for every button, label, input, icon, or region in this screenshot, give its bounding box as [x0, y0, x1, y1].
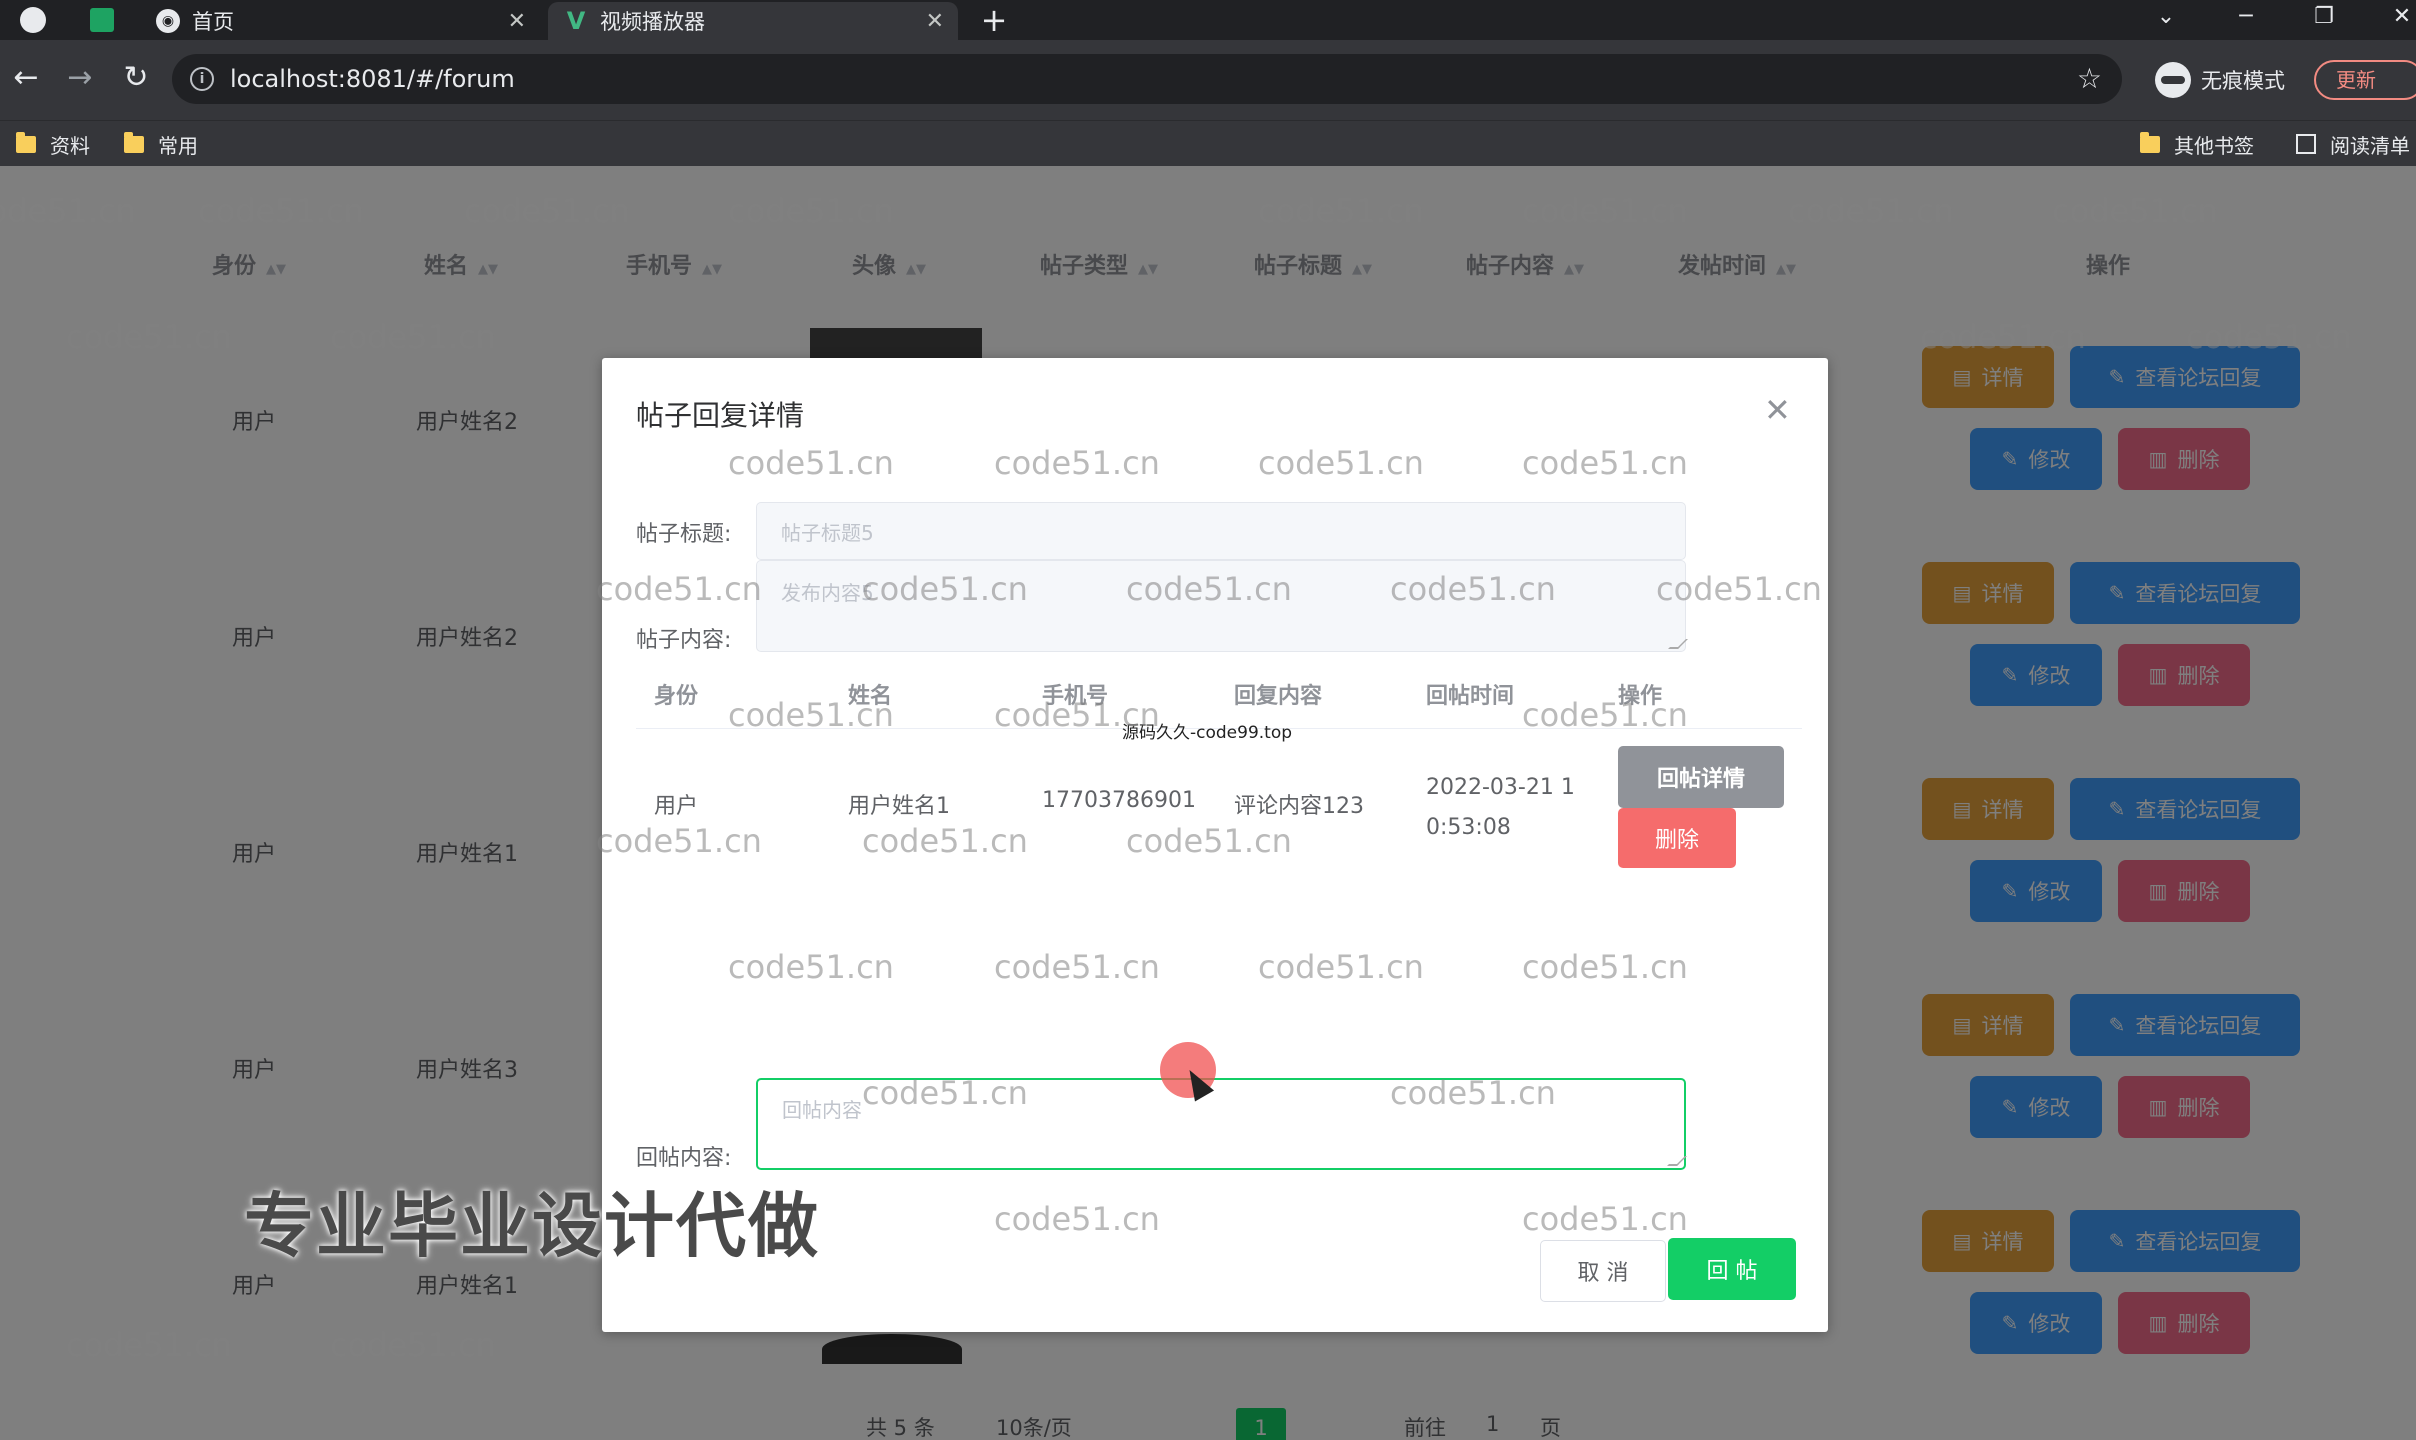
back-button[interactable]: ←	[6, 58, 46, 98]
info-icon[interactable]: i	[190, 67, 214, 91]
browser-tab-bar: ◉ 首页 ✕ V 视频播放器 ✕ + ⌄ ─ ❐ ✕	[0, 0, 2416, 40]
reply-col-content: 回复内容	[1234, 684, 1323, 709]
promo-banner: 专业毕业设计代做	[244, 1185, 820, 1267]
reply-col-name: 姓名	[848, 684, 893, 709]
reading-list-icon	[2296, 134, 2316, 154]
post-content-label: 帖子内容:	[636, 628, 732, 653]
tab-search-icon[interactable]: ⌄	[2138, 0, 2194, 34]
reply-identity: 用户	[654, 794, 699, 819]
bookmark-folder-materials[interactable]: 资料	[16, 131, 90, 158]
resize-handle-icon[interactable]	[1667, 1156, 1687, 1166]
resize-handle-icon[interactable]	[1668, 639, 1688, 649]
tab-home[interactable]: ◉ 首页 ✕	[140, 2, 540, 40]
forward-button[interactable]: →	[60, 58, 100, 98]
new-tab-button[interactable]: +	[974, 2, 1014, 38]
close-icon[interactable]: ✕	[508, 9, 526, 34]
update-button[interactable]: 更新	[2314, 60, 2416, 100]
incognito-indicator[interactable]: 无痕模式	[2155, 60, 2285, 100]
folder-icon	[124, 131, 144, 153]
tab-video-player[interactable]: V 视频播放器 ✕	[548, 2, 958, 40]
tab-video-title: 视频播放器	[600, 10, 705, 34]
reply-phone: 17703786901	[1042, 788, 1196, 813]
overlay-source-text: 源码久久-code99.top	[1122, 723, 1293, 743]
reply-content: 评论内容123	[1234, 794, 1364, 819]
reload-button[interactable]: ↻	[116, 58, 156, 98]
dialog-title: 帖子回复详情	[636, 399, 805, 432]
submit-reply-button[interactable]: 回 帖	[1668, 1238, 1796, 1300]
reply-delete-button[interactable]: 删除	[1618, 808, 1736, 868]
cancel-button[interactable]: 取 消	[1540, 1240, 1666, 1302]
restore-button[interactable]: ❐	[2296, 0, 2352, 34]
reply-name: 用户姓名1	[848, 794, 950, 819]
post-content-field: 发布内容5	[756, 560, 1688, 652]
bookmark-folder-other[interactable]: 其他书签	[2140, 131, 2254, 158]
incognito-label: 无痕模式	[2201, 69, 2285, 93]
reply-col-phone: 手机号	[1042, 684, 1109, 709]
bookmark-folder-common[interactable]: 常用	[124, 131, 198, 158]
url-field[interactable]: i localhost:8081/#/forum ☆	[172, 54, 2122, 104]
vue-logo-icon: V	[566, 7, 586, 35]
minimize-button[interactable]: ─	[2218, 0, 2274, 34]
globe-icon: ◉	[156, 9, 180, 33]
folder-icon	[16, 131, 36, 153]
post-title-field: 帖子标题5	[756, 502, 1686, 560]
reading-list[interactable]: 阅读清单	[2296, 131, 2410, 158]
bookmarks-bar: 资料 常用 其他书签 阅读清单	[0, 120, 2416, 166]
reply-placeholder: 回帖内容	[782, 1098, 862, 1122]
close-window-button[interactable]: ✕	[2374, 0, 2416, 34]
reply-time: 2022-03-21 10:53:08	[1426, 775, 1575, 840]
post-title-label: 帖子标题:	[636, 522, 732, 547]
close-icon[interactable]: ✕	[1764, 394, 1791, 426]
browser-logo-icon	[20, 7, 46, 33]
reply-detail-button[interactable]: 回帖详情	[1618, 746, 1784, 808]
reply-col-identity: 身份	[654, 684, 699, 709]
reply-col-actions: 操作	[1618, 684, 1663, 709]
bookmark-star-icon[interactable]: ☆	[2077, 62, 2102, 95]
reply-content-input[interactable]: 回帖内容	[756, 1078, 1687, 1170]
sheet-tab-icon[interactable]	[90, 8, 114, 32]
reply-content-label: 回帖内容:	[636, 1146, 732, 1171]
reply-col-time: 回帖时间	[1426, 684, 1515, 709]
folder-icon	[2140, 131, 2160, 153]
url-text: localhost:8081/#/forum	[230, 65, 515, 93]
address-bar: ← → ↻ i localhost:8081/#/forum ☆ 无痕模式 更新	[0, 40, 2416, 120]
tab-home-title: 首页	[192, 10, 234, 34]
incognito-icon	[2155, 62, 2191, 98]
close-icon[interactable]: ✕	[926, 9, 944, 34]
